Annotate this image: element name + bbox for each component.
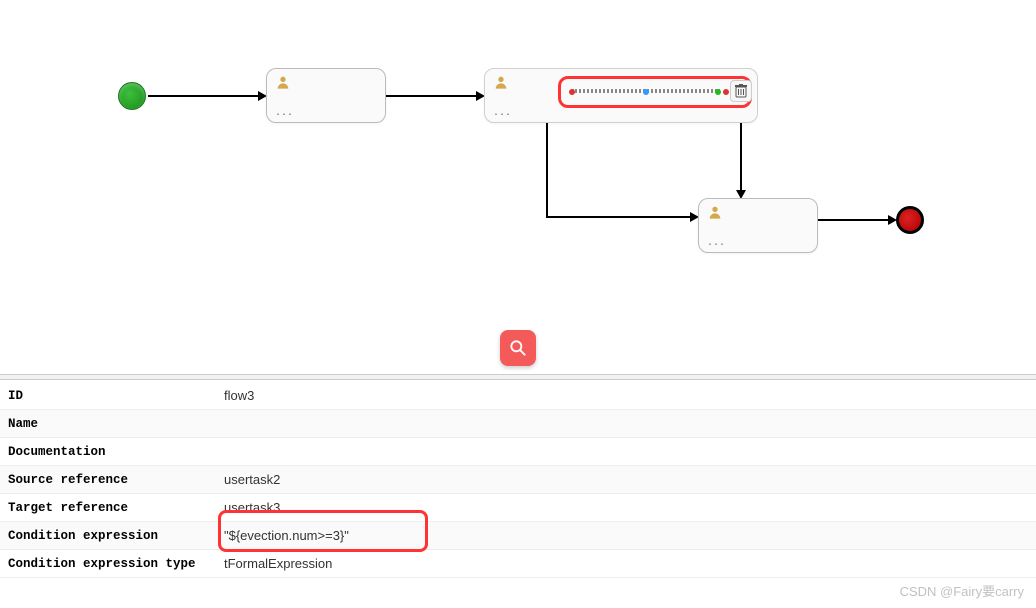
- prop-label: Condition expression type: [8, 557, 218, 571]
- flow-arrow[interactable]: [818, 219, 888, 221]
- prop-value-name[interactable]: [218, 421, 1028, 427]
- prop-label: Source reference: [8, 473, 218, 487]
- prop-row-sourceref: Source reference usertask2: [0, 466, 1036, 494]
- flow-handle-mid[interactable]: [643, 89, 649, 95]
- prop-label: Documentation: [8, 445, 218, 459]
- user-icon: [707, 204, 723, 224]
- end-event[interactable]: [896, 206, 924, 234]
- prop-row-targetref: Target reference usertask3: [0, 494, 1036, 522]
- flow-arrow[interactable]: [386, 95, 476, 97]
- search-icon: [508, 338, 528, 358]
- prop-label: Target reference: [8, 501, 218, 515]
- prop-row-doc: Documentation: [0, 438, 1036, 466]
- task-label: ...: [493, 108, 511, 119]
- prop-label: Condition expression: [8, 529, 218, 543]
- prop-value-targetref[interactable]: usertask3: [218, 497, 1028, 518]
- start-event[interactable]: [118, 82, 146, 110]
- flow-arrow[interactable]: [546, 123, 548, 218]
- flow-arrow[interactable]: [148, 95, 258, 97]
- watermark: CSDN @Fairy要carry: [900, 581, 1024, 600]
- user-icon: [493, 74, 509, 94]
- user-task-3[interactable]: ...: [698, 198, 818, 253]
- search-button[interactable]: [500, 330, 536, 366]
- task-label: ...: [707, 238, 725, 249]
- flow-handle-start[interactable]: [569, 89, 575, 95]
- prop-value-doc[interactable]: [218, 449, 1028, 455]
- prop-row-condtype: Condition expression type tFormalExpress…: [0, 550, 1036, 578]
- diagram-canvas[interactable]: ... ... ...: [0, 0, 1036, 360]
- prop-label: ID: [8, 389, 218, 403]
- user-task-2[interactable]: ...: [484, 68, 758, 123]
- properties-panel: ID flow3 Name Documentation Source refer…: [0, 382, 1036, 578]
- task-label: ...: [275, 108, 293, 119]
- flow-arrow[interactable]: [546, 216, 691, 218]
- prop-value-id[interactable]: flow3: [218, 385, 1028, 406]
- prop-value-condtype[interactable]: tFormalExpression: [218, 553, 1028, 574]
- flow-handle-end[interactable]: [715, 89, 721, 95]
- user-icon: [275, 74, 291, 94]
- prop-value-sourceref[interactable]: usertask2: [218, 469, 1028, 490]
- prop-row-id: ID flow3: [0, 382, 1036, 410]
- prop-value-condexpr[interactable]: "${evection.num>=3}": [218, 525, 1028, 546]
- panel-divider[interactable]: [0, 374, 1036, 380]
- prop-row-name: Name: [0, 410, 1036, 438]
- prop-row-condexpr: Condition expression "${evection.num>=3}…: [0, 522, 1036, 550]
- trash-icon: [735, 84, 747, 98]
- delete-button[interactable]: [730, 80, 752, 102]
- flow-handle-target[interactable]: [723, 89, 729, 95]
- prop-label: Name: [8, 417, 218, 431]
- flow-arrow[interactable]: [740, 123, 742, 191]
- user-task-1[interactable]: ...: [266, 68, 386, 123]
